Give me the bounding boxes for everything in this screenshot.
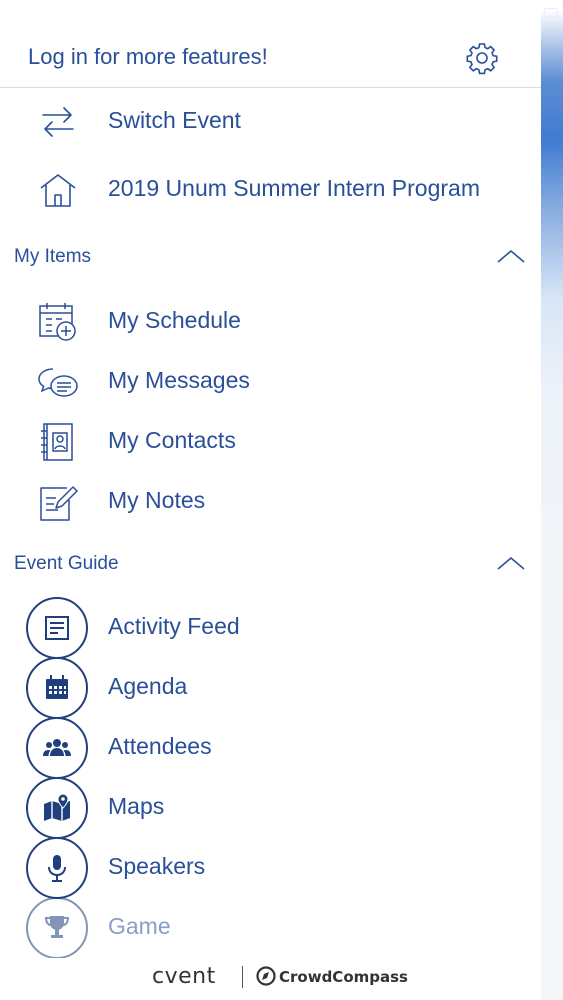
chat-bubbles-icon xyxy=(38,368,78,397)
feed-icon xyxy=(26,597,88,659)
my-items-section-header[interactable]: My Items xyxy=(0,238,541,278)
microphone-icon xyxy=(26,837,88,899)
menu-item-my-messages[interactable]: My Messages xyxy=(0,352,541,412)
my-items-title: My Items xyxy=(14,246,92,267)
background-peek xyxy=(541,0,563,1000)
chevron-up-icon[interactable] xyxy=(496,555,526,571)
menu-item-my-schedule[interactable]: My Schedule xyxy=(0,292,541,352)
crowdcompass-logo-icon xyxy=(256,966,276,986)
my-contacts-label: My Contacts xyxy=(108,427,236,453)
calendar-add-icon xyxy=(39,303,76,341)
menu-item-agenda[interactable]: Agenda xyxy=(0,657,541,719)
maps-label: Maps xyxy=(108,793,165,819)
calendar-icon xyxy=(26,657,88,719)
footer-branding: cvent CrowdCompass xyxy=(0,958,541,1000)
side-menu: Log in for more features! Switch Event 2… xyxy=(0,0,541,1000)
menu-item-speakers[interactable]: Speakers xyxy=(0,837,541,899)
contact-book-icon xyxy=(41,423,73,461)
attendees-label: Attendees xyxy=(108,733,212,759)
login-link[interactable]: Log in for more features! xyxy=(28,44,268,70)
menu-item-game[interactable]: Game xyxy=(0,897,541,959)
menu-item-my-contacts[interactable]: My Contacts xyxy=(0,412,541,472)
home-icon xyxy=(40,174,76,207)
footer-divider xyxy=(242,966,243,988)
menu-item-my-notes[interactable]: My Notes xyxy=(0,472,541,532)
switch-arrows-icon xyxy=(42,107,74,137)
switch-event-label: Switch Event xyxy=(108,107,241,133)
my-messages-label: My Messages xyxy=(108,367,250,393)
cvent-logo: cvent xyxy=(152,964,216,989)
crowdcompass-logo: CrowdCompass xyxy=(279,968,408,986)
battery-icon xyxy=(544,8,558,17)
switch-event-item[interactable]: Switch Event xyxy=(0,92,541,152)
my-notes-label: My Notes xyxy=(108,487,206,513)
gear-icon[interactable] xyxy=(465,41,499,75)
map-icon xyxy=(26,777,88,839)
menu-header: Log in for more features! xyxy=(0,0,541,88)
activity-feed-label: Activity Feed xyxy=(108,613,240,639)
note-pencil-icon xyxy=(40,486,78,521)
event-guide-section-header[interactable]: Event Guide xyxy=(0,545,541,585)
my-schedule-label: My Schedule xyxy=(108,307,241,333)
menu-item-activity-feed[interactable]: Activity Feed xyxy=(0,597,541,659)
menu-item-attendees[interactable]: Attendees xyxy=(0,717,541,779)
event-name-label: 2019 Unum Summer Intern Program xyxy=(108,175,480,201)
game-label: Game xyxy=(108,913,171,939)
people-icon xyxy=(26,717,88,779)
event-guide-title: Event Guide xyxy=(14,553,119,574)
speakers-label: Speakers xyxy=(108,853,206,879)
trophy-icon xyxy=(26,897,88,959)
menu-item-maps[interactable]: Maps xyxy=(0,777,541,839)
chevron-up-icon[interactable] xyxy=(496,248,526,264)
event-home-item[interactable]: 2019 Unum Summer Intern Program xyxy=(0,160,541,220)
agenda-label: Agenda xyxy=(108,673,188,699)
